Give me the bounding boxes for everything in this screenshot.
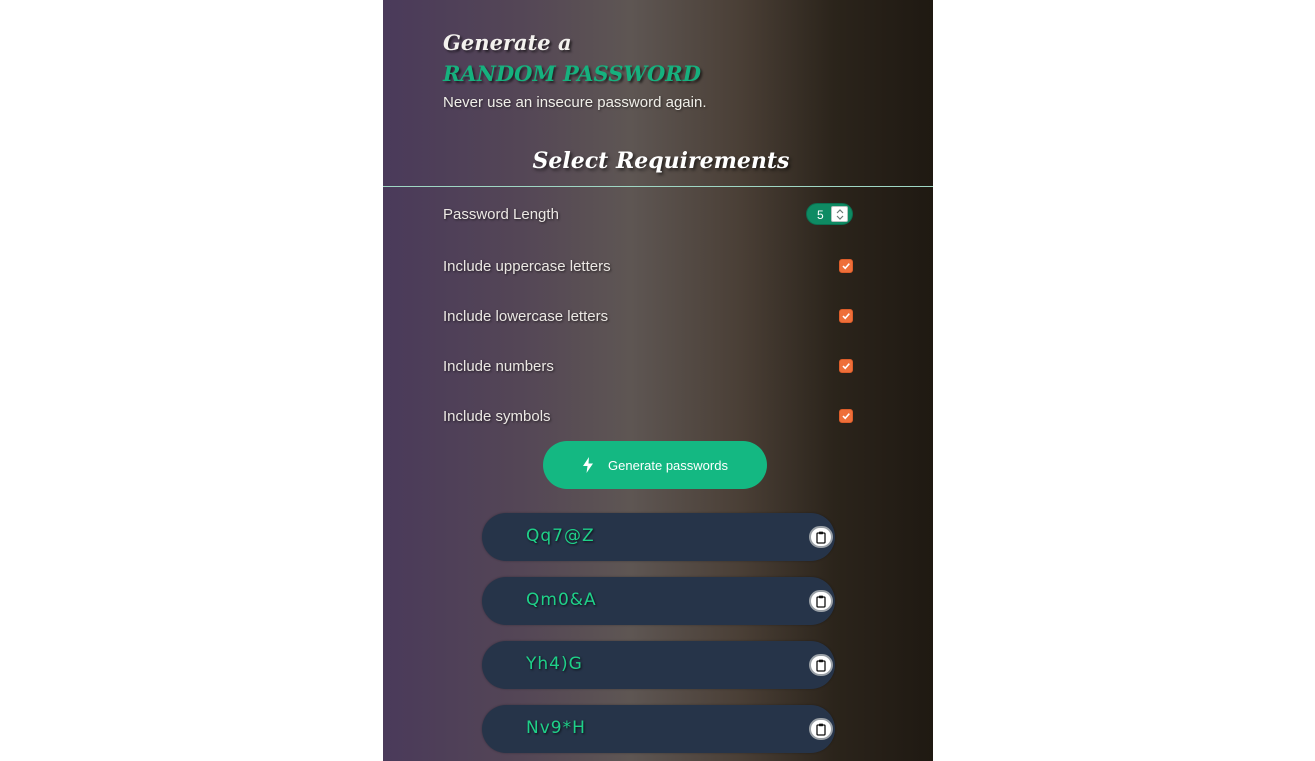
hero-title-line2: RANDOM PASSWORD <box>443 61 701 87</box>
hero-title-line1: Generate a <box>443 30 572 55</box>
password-output: Nv9*H <box>482 705 835 753</box>
hero-header: Generate a RANDOM PASSWORD Never use an … <box>443 30 883 111</box>
symbols-row: Include symbols <box>443 403 853 429</box>
copy-button[interactable] <box>809 718 833 740</box>
symbols-checkbox[interactable] <box>839 409 853 423</box>
copy-button[interactable] <box>809 590 833 612</box>
symbols-label: Include symbols <box>443 407 551 425</box>
chevron-up-icon[interactable] <box>836 208 844 214</box>
checkmark-icon <box>842 263 850 270</box>
numbers-row: Include numbers <box>443 353 853 379</box>
password-generator-card: Generate a RANDOM PASSWORD Never use an … <box>383 0 933 761</box>
password-output: Yh4)G <box>482 641 835 689</box>
password-value[interactable]: Yh4)G <box>526 654 583 674</box>
password-length-value: 5 <box>817 208 824 222</box>
password-value[interactable]: Qm0&A <box>526 590 597 610</box>
copy-button[interactable] <box>809 526 833 548</box>
lowercase-label: Include lowercase letters <box>443 307 609 325</box>
lightning-bolt-icon <box>583 457 594 473</box>
password-value[interactable]: Qq7@Z <box>526 526 595 546</box>
generate-passwords-button[interactable]: Generate passwords <box>543 441 767 489</box>
clipboard-icon <box>816 531 826 544</box>
lowercase-checkbox[interactable] <box>839 309 853 323</box>
uppercase-checkbox[interactable] <box>839 259 853 273</box>
copy-button[interactable] <box>809 654 833 676</box>
password-length-input[interactable]: 5 <box>806 203 853 225</box>
password-output: Qq7@Z <box>482 513 835 561</box>
checkmark-icon <box>842 313 850 320</box>
section-divider <box>383 186 933 187</box>
chevron-down-icon[interactable] <box>836 215 844 221</box>
hero-tagline: Never use an insecure password again. <box>443 93 707 111</box>
clipboard-icon <box>816 659 826 672</box>
uppercase-row: Include uppercase letters <box>443 253 853 279</box>
clipboard-icon <box>816 595 826 608</box>
numbers-label: Include numbers <box>443 357 554 375</box>
checkmark-icon <box>842 363 850 370</box>
generate-passwords-label: Generate passwords <box>608 457 728 473</box>
password-length-label: Password Length <box>443 205 559 223</box>
password-length-row: Password Length 5 <box>443 201 853 227</box>
length-spinner[interactable] <box>831 206 848 222</box>
password-value[interactable]: Nv9*H <box>526 718 586 738</box>
clipboard-icon <box>816 723 826 736</box>
checkmark-icon <box>842 413 850 420</box>
numbers-checkbox[interactable] <box>839 359 853 373</box>
password-output: Qm0&A <box>482 577 835 625</box>
lowercase-row: Include lowercase letters <box>443 303 853 329</box>
uppercase-label: Include uppercase letters <box>443 257 611 275</box>
requirements-title: Select Requirements <box>532 148 790 174</box>
